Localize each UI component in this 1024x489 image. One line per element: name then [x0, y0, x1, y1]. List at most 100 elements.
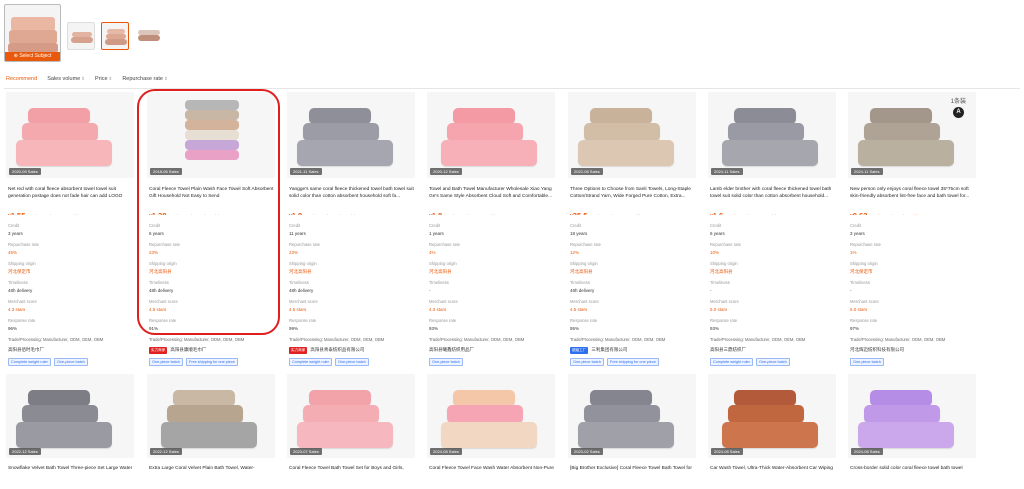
product-title[interactable]: Coral Fleece Towel Face Wash Water Absor… [429, 465, 555, 473]
product-image[interactable]: 2024-08 Sales [427, 374, 555, 458]
product-title[interactable]: [Big Brother Exclusive] Coral Fleece Tow… [570, 465, 696, 473]
product-image[interactable]: 2018-06 Sales [147, 92, 275, 178]
response-value: 95% [570, 326, 580, 331]
sort-price-label: Price [95, 76, 108, 82]
sales-count: 90 days sales: 300+ sold [590, 214, 640, 215]
supplier-name[interactable]: 河北辉迈纺织科技有限公司 [850, 347, 904, 353]
product-title[interactable]: Towel and Bath Towel Manufacturer Wholes… [429, 186, 555, 200]
towel-layer [303, 123, 379, 141]
supplier-row[interactable]: 高阳县三鼎纺织厂 [710, 346, 836, 354]
supplier-name[interactable]: 三利集团有限公司 [591, 347, 627, 353]
product-image[interactable]: 2024-11 Sales [708, 92, 836, 178]
product-title[interactable]: New person only enjoys coral fleece towe… [850, 186, 976, 200]
product-image[interactable]: 2024-08 Sales [708, 374, 836, 458]
service-chip: Free shipping for one piece [606, 358, 659, 366]
product-card[interactable]: 2023-07 Sales Coral Fleece Towel Bath Tow… [287, 373, 415, 483]
product-image[interactable]: 2022-12 Sales [6, 374, 134, 458]
product-title[interactable]: Extra Large Coral Velvet Plain Bath Towe… [149, 465, 275, 473]
product-image[interactable]: 1条装 A 2024-11 Sales [848, 92, 976, 178]
towel-layer [297, 140, 393, 166]
thumbnail-4[interactable] [135, 22, 163, 50]
product-image[interactable]: 2021-11 Sales [287, 92, 415, 178]
product-title[interactable]: Cross-border solid color coral fleece to… [850, 465, 976, 473]
supplier-name[interactable]: 高阳县康顺毛巾厂 [170, 347, 206, 353]
service-chips: Complete weight ruler One-piece batch [8, 358, 134, 366]
thumbnail-3-selected[interactable] [101, 22, 129, 50]
product-image[interactable]: 2022-12 Sales [147, 374, 275, 458]
service-chips: Complete weight ruler One-piece batch [289, 358, 415, 366]
shipping-value: 河北保定市 [850, 269, 873, 274]
price: ¥1.55 [8, 211, 25, 215]
sort-repurchase-rate[interactable]: Repurchase rate⇕ [122, 76, 167, 82]
product-title[interactable]: Lamb elder brother with coral fleece thi… [710, 186, 836, 200]
towel-layer [864, 405, 940, 423]
product-card[interactable]: 1条装 A 2024-11 Sales New person only enjoys … [848, 91, 976, 366]
price: ¥1.6 [710, 211, 723, 215]
product-title[interactable]: Snowflake Velvet Bath Towel Three-piece … [8, 465, 134, 473]
product-card[interactable]: 2020-12 Sales Towel and Bath Towel Manufa… [427, 91, 555, 366]
sort-price[interactable]: Price⇕ [95, 76, 112, 82]
sort-sales-volume-label: Sales volume [47, 76, 81, 82]
product-card[interactable]: 2024-11 Sales Lamb elder brother with cor… [708, 91, 836, 366]
product-title[interactable]: Yangge's same coral fleece thickened tow… [289, 186, 415, 200]
towel-layer [185, 130, 239, 140]
product-card[interactable]: 2022-12 Sales Snowflake Velvet Bath Towel… [6, 373, 134, 483]
supplier-name[interactable]: 高阳县曦鑫纺织用品厂 [429, 347, 474, 353]
product-card[interactable]: 2024-08 Sales Car Wash Towel, Ultra-Thick… [708, 373, 836, 483]
product-image[interactable]: 2020-12 Sales [427, 92, 555, 178]
supplier-row[interactable]: 河北辉迈纺织科技有限公司 [850, 346, 976, 354]
sort-recommend[interactable]: Recommend [6, 76, 37, 82]
product-image[interactable]: 2023-07 Sales [287, 374, 415, 458]
credit-label: Credit [570, 223, 582, 228]
credit-value: 1 years [429, 231, 444, 236]
repurchase-value: 10% [710, 250, 720, 255]
product-title[interactable]: Coral Fleece Towel Bath Towel Set for Bo… [289, 465, 415, 473]
product-title[interactable]: Net red with coral fleece absorbent towe… [8, 186, 134, 200]
product-title[interactable]: Car Wash Towel, Ultra-Thick Water-Absorb… [710, 465, 836, 473]
select-subject-caption[interactable]: ⊕ Select Subject [5, 52, 60, 61]
trade-type: Trade/Processing: Manufacturer, ODM, OEM… [570, 337, 666, 342]
response-label: Response rate [149, 318, 177, 323]
product-card[interactable]: 2024-08 Sales Coral Fleece Towel Face Was… [427, 373, 555, 483]
merchant-label: Merchant score [850, 299, 879, 304]
product-card[interactable]: 2018-06 Sales Coral Fleece Towel Plain Wa… [147, 91, 275, 366]
thumbnail-2[interactable] [67, 22, 95, 50]
product-title[interactable]: Three Options to Choose from Sanli Towel… [570, 186, 696, 200]
supplier-block: Trade/Processing: Manufacturer, ODM, OEM… [850, 337, 976, 366]
sort-sales-volume[interactable]: Sales volume⇕ [47, 76, 85, 82]
sort-repurchase-label: Repurchase rate [122, 76, 163, 82]
towel-layer [441, 140, 537, 166]
towel-layer [590, 108, 652, 124]
repurchase-label: Repurchase rate [710, 242, 741, 247]
product-card[interactable]: 2024-08 Sales Cross-border solid color co… [848, 373, 976, 483]
product-title[interactable]: Coral Fleece Towel Plain Wash Face Towel… [149, 186, 275, 200]
product-card[interactable]: 2022-08 Sales Three Options to Choose fro… [568, 91, 696, 366]
sales-since-badge: 2024-11 Sales [711, 168, 743, 175]
credit-label: Credit [429, 223, 441, 228]
supplier-row[interactable]: 高阳县曦鑫纺织用品厂 [429, 346, 555, 354]
product-card[interactable]: 2021-11 Sales Yangge's same coral fleece … [287, 91, 415, 366]
response-label: Response rate [8, 318, 36, 323]
price-value: 35.5 [573, 211, 588, 215]
supplier-row[interactable]: 超级工厂 三利集团有限公司 [570, 346, 696, 354]
credit-label: Credit [289, 223, 301, 228]
product-image[interactable]: 2023-02 Sales [568, 374, 696, 458]
price: ¥1.8 [289, 211, 302, 215]
supplier-block: Trade/Processing: Manufacturer, ODM, OEM… [8, 337, 134, 366]
supplier-row[interactable]: 高阳县佰时毛巾厂 [8, 346, 134, 354]
product-image[interactable]: 2024-08 Sales [848, 374, 976, 458]
main-image-thumbnail[interactable]: ⊕ Select Subject [4, 4, 61, 62]
supplier-name[interactable]: 高阳县佰时毛巾厂 [8, 347, 44, 353]
timeliness-label: Timeliness [710, 280, 730, 285]
supplier-row[interactable]: 实力商家 高阳县康顺毛巾厂 [149, 346, 275, 354]
supplier-name[interactable]: 高阳县三鼎纺织厂 [710, 347, 746, 353]
product-image[interactable]: 2020-09 Sales [6, 92, 134, 178]
product-card[interactable]: 2020-09 Sales Net red with coral fleece a… [6, 91, 134, 366]
supplier-row[interactable]: 实力商家 高阳县青泰纺织品有限公司 [289, 346, 415, 354]
supplier-name[interactable]: 高阳县青泰纺织品有限公司 [310, 347, 364, 353]
merchant-value: 4.5 stars [570, 307, 588, 312]
product-card[interactable]: 2022-12 Sales Extra Large Coral Velvet Pl… [147, 373, 275, 483]
product-card[interactable]: 2023-02 Sales [Big Brother Exclusive] Cor… [568, 373, 696, 483]
product-image[interactable]: 2022-08 Sales [568, 92, 696, 178]
response-label: Response rate [289, 318, 317, 323]
